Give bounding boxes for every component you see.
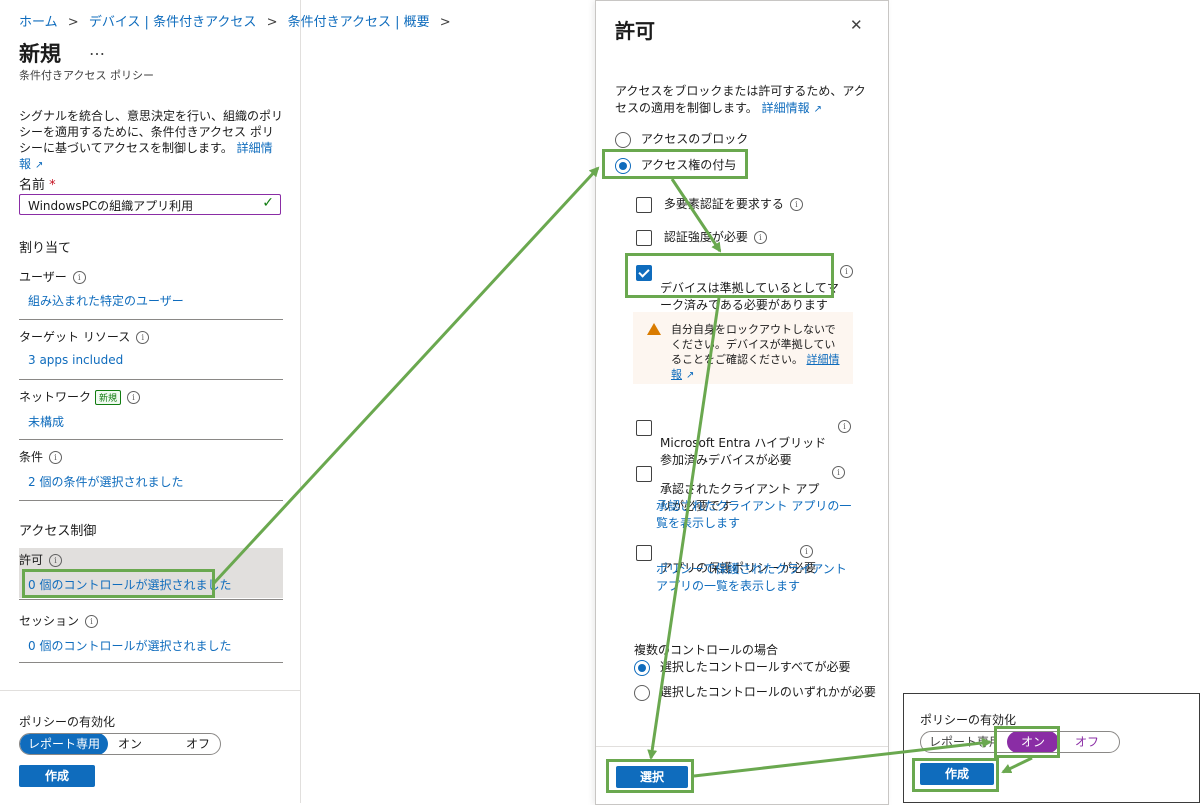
arrow-on-to-create	[1001, 756, 1033, 774]
arrow-grant-to-compliant	[670, 178, 722, 253]
arrow-compliant-to-select	[647, 297, 721, 760]
arrow-select-to-on	[693, 737, 992, 778]
arrow-grant-to-panel	[212, 166, 600, 585]
annotation-arrows	[212, 166, 1033, 778]
